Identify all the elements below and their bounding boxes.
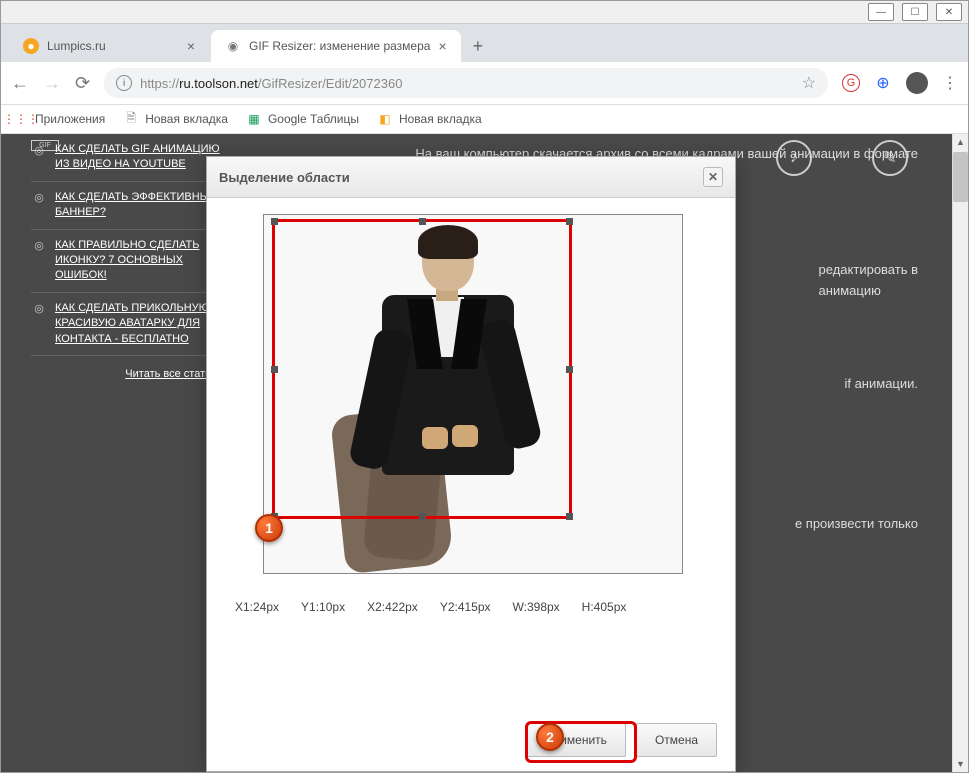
maximize-button[interactable]: ☐ (902, 3, 928, 21)
tab-title: Lumpics.ru (47, 39, 106, 53)
window-controls: — ☐ ✕ (1, 1, 968, 24)
bookmark-apps[interactable]: ⋮⋮⋮Приложения (13, 111, 105, 127)
spiral-icon: ◎ (31, 190, 47, 206)
crop-canvas-area: 1 (207, 198, 735, 582)
address-bar: ← → ⟳ i https://ru.toolson.net/GifResize… (1, 62, 968, 105)
sidebar: ◎КАК СДЕЛАТЬ GIF АНИМАЦИЮ ИЗ ВИДЕО НА YO… (31, 134, 221, 392)
spiral-icon: ◎ (31, 301, 47, 317)
url-field[interactable]: i https://ru.toolson.net/GifResizer/Edit… (104, 68, 828, 98)
spiral-icon: ◎ (31, 142, 47, 158)
bookmark-item[interactable]: 🗎Новая вкладка (123, 111, 228, 127)
scroll-up-icon[interactable]: ▲ (953, 134, 968, 150)
coord-y2: Y2:415px (440, 600, 491, 614)
dialog-close-button[interactable]: ✕ (703, 167, 723, 187)
crop-dialog: Выделение области ✕ (206, 156, 736, 772)
resize-handle-s[interactable] (419, 513, 426, 520)
annotation-badge-2: 2 (536, 723, 564, 751)
coord-x1: X1:24px (235, 600, 279, 614)
reload-button[interactable]: ⟳ (75, 73, 90, 94)
back-button[interactable]: ← (11, 73, 29, 94)
tab-lumpics[interactable]: ● Lumpics.ru × (9, 30, 209, 62)
browser-window: — ☐ ✕ ● Lumpics.ru × ◉ GIF Resizer: изме… (0, 0, 969, 773)
scroll-down-icon[interactable]: ▼ (953, 756, 968, 772)
coord-w: W:398px (513, 600, 560, 614)
scrollbar-thumb[interactable] (953, 152, 968, 202)
coord-y1: Y1:10px (301, 600, 345, 614)
sidebar-item[interactable]: ◎КАК ПРАВИЛЬНО СДЕЛАТЬ ИКОНКУ? 7 ОСНОВНЫ… (31, 230, 221, 293)
bookmark-item[interactable]: ◧Новая вкладка (377, 111, 482, 127)
coord-h: H:405px (582, 600, 627, 614)
bg-text: e произвести только (795, 514, 918, 535)
toolbar-icons: G ⊕ ⋮ (842, 72, 958, 94)
tab-gif-resizer[interactable]: ◉ GIF Resizer: изменение размера × (211, 30, 461, 62)
coord-x2: X2:422px (367, 600, 418, 614)
resize-handle-nw[interactable] (271, 218, 278, 225)
resize-handle-ne[interactable] (566, 218, 573, 225)
image-canvas[interactable] (263, 214, 683, 574)
site-info-icon[interactable]: i (116, 75, 132, 91)
close-tab-icon[interactable]: × (438, 38, 446, 54)
dialog-titlebar[interactable]: Выделение области ✕ (207, 157, 735, 198)
sidebar-item[interactable]: ◎КАК СДЕЛАТЬ ПРИКОЛЬНУЮ КРАСИВУЮ АВАТАРК… (31, 293, 221, 356)
bookmark-item[interactable]: ▦Google Таблицы (246, 111, 359, 127)
favicon-icon: ◉ (225, 38, 241, 54)
minimize-button[interactable]: — (868, 3, 894, 21)
favicon-icon: ● (23, 38, 39, 54)
close-window-button[interactable]: ✕ (936, 3, 962, 21)
sidebar-item[interactable]: ◎КАК СДЕЛАТЬ GIF АНИМАЦИЮ ИЗ ВИДЕО НА YO… (31, 134, 221, 182)
spiral-icon: ◎ (31, 238, 47, 254)
resize-handle-se[interactable] (566, 513, 573, 520)
tab-bar: ● Lumpics.ru × ◉ GIF Resizer: изменение … (1, 24, 968, 62)
resize-handle-w[interactable] (271, 366, 278, 373)
new-tab-button[interactable]: + (463, 36, 494, 57)
dialog-title: Выделение области (219, 170, 350, 185)
bg-text: if анимации. (844, 374, 918, 395)
extension-icon[interactable]: G (842, 74, 860, 92)
bg-text: редактировать в анимацию (819, 260, 918, 302)
url-text: https://ru.toolson.net/GifResizer/Edit/2… (140, 76, 402, 91)
profile-avatar[interactable] (906, 72, 928, 94)
close-tab-icon[interactable]: × (187, 38, 195, 54)
menu-button[interactable]: ⋮ (942, 73, 958, 93)
sidebar-item[interactable]: ◎КАК СДЕЛАТЬ ЭФФЕКТИВНЫЙ БАННЕР? (31, 182, 221, 230)
annotation-badge-1: 1 (255, 514, 283, 542)
extension-icon[interactable]: ⊕ (874, 74, 892, 92)
cancel-button[interactable]: Отмена (636, 723, 717, 757)
coordinates-readout: X1:24px Y1:10px X2:422px Y2:415px W:398p… (207, 582, 735, 632)
resize-handle-e[interactable] (566, 366, 573, 373)
page-content: GIF ♪ ✎ На ваш компьютер скачается архив… (1, 134, 968, 772)
resize-handle-n[interactable] (419, 218, 426, 225)
vertical-scrollbar[interactable]: ▲ ▼ (952, 134, 968, 772)
tab-title: GIF Resizer: изменение размера (249, 39, 430, 53)
read-all-link[interactable]: Читать все статьи (31, 356, 221, 392)
forward-button[interactable]: → (43, 73, 61, 94)
bookmark-star-icon[interactable]: ☆ (802, 73, 816, 93)
crop-selection[interactable] (272, 219, 572, 519)
bookmark-bar: ⋮⋮⋮Приложения 🗎Новая вкладка ▦Google Таб… (1, 105, 968, 134)
